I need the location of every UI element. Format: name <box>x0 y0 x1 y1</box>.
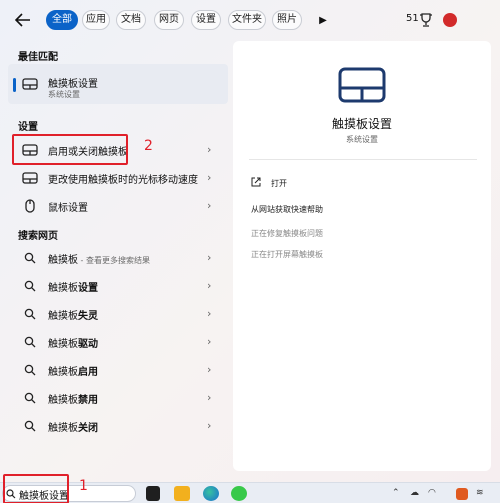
search-icon <box>24 252 36 264</box>
web-search-label: 触摸板 - 查看更多搜索结果 <box>48 251 150 266</box>
web-search-item[interactable]: 触摸板设置 › <box>8 273 228 299</box>
query-suggestion: 关闭 <box>78 423 98 434</box>
tray-app-icon[interactable] <box>456 488 468 500</box>
search-icon <box>24 308 36 320</box>
more-filters-icon[interactable]: ▶ <box>316 12 330 28</box>
back-button[interactable] <box>10 9 36 31</box>
query-suggestion: 启用 <box>78 367 98 378</box>
settings-item-mouse[interactable]: 鼠标设置 › <box>8 193 228 219</box>
search-icon <box>24 392 36 404</box>
action-web-help[interactable]: 从网站获取快速帮助 <box>251 204 323 215</box>
avatar[interactable] <box>443 13 457 27</box>
query-suggestion: 驱动 <box>78 339 98 350</box>
cloud-icon[interactable]: ☁ <box>410 488 419 498</box>
annotation-box-2 <box>12 134 128 165</box>
settings-item-label: 鼠标设置 <box>48 203 88 214</box>
web-search-label: 触摸板失灵 <box>48 307 98 322</box>
search-icon <box>24 280 36 292</box>
wifi-icon[interactable]: ≋ <box>476 488 484 498</box>
start-search-panel: 全部 应用 文档 网页 设置 文件夹 照片 ▶ 51 最佳匹配 触摸板设置 系统… <box>0 0 500 482</box>
settings-item-cursor-speed[interactable]: 更改使用触摸板时的光标移动速度 › <box>8 165 228 191</box>
filter-bar: 全部 应用 文档 网页 设置 文件夹 照片 ▶ 51 <box>0 0 500 40</box>
touchpad-large-icon <box>338 67 386 103</box>
action-open-screen-touchpad[interactable]: 正在打开屏幕触摸板 <box>251 249 323 260</box>
chevron-right-icon: › <box>207 171 212 184</box>
web-search-item[interactable]: 触摸板启用 › <box>8 357 228 383</box>
annotation-label-1: 1 <box>79 478 88 494</box>
query-suggestion: 禁用 <box>78 395 98 406</box>
best-match-subtitle: 系统设置 <box>48 90 80 99</box>
web-search-item[interactable]: 触摸板禁用 › <box>8 385 228 411</box>
chevron-right-icon: › <box>207 419 212 432</box>
web-search-item[interactable]: 触摸板失灵 › <box>8 301 228 327</box>
wechat-icon[interactable] <box>231 486 247 501</box>
search-icon <box>24 336 36 348</box>
search-icon <box>24 364 36 376</box>
chevron-right-icon: › <box>207 391 212 404</box>
best-match-heading: 最佳匹配 <box>18 52 58 63</box>
settings-heading: 设置 <box>18 122 38 133</box>
settings-item-label: 更改使用触摸板时的光标移动速度 <box>48 175 198 186</box>
query-prefix: 触摸板 <box>48 423 78 434</box>
filter-apps[interactable]: 应用 <box>82 10 110 30</box>
selection-indicator <box>13 78 16 92</box>
chevron-right-icon: › <box>207 363 212 376</box>
rewards-count: 51 <box>406 13 419 24</box>
query-prefix: 触摸板 <box>48 339 78 350</box>
annotation-label-2: 2 <box>144 138 153 154</box>
chevron-right-icon: › <box>207 335 212 348</box>
action-open-label: 打开 <box>271 179 287 188</box>
open-external-icon <box>251 177 261 187</box>
query-prefix: 触摸板 <box>48 367 78 378</box>
filter-folders[interactable]: 文件夹 <box>228 10 266 30</box>
filter-settings[interactable]: 设置 <box>191 10 221 30</box>
detail-card: 触摸板设置 系统设置 打开 从网站获取快速帮助 正在修复触摸板问题 正在打开屏幕… <box>233 41 491 471</box>
web-search-item[interactable]: 触摸板驱动 › <box>8 329 228 355</box>
touchpad-icon <box>22 172 38 184</box>
web-search-label: 触摸板驱动 <box>48 335 98 350</box>
chevron-right-icon: › <box>207 251 212 264</box>
web-search-item[interactable]: 触摸板关闭 › <box>8 413 228 439</box>
web-search-label: 触摸板设置 <box>48 279 98 294</box>
query-prefix: 触摸板 <box>48 311 78 322</box>
chevron-right-icon: › <box>207 199 212 212</box>
task-view-icon[interactable] <box>146 486 160 501</box>
web-search-label: 触摸板启用 <box>48 363 98 378</box>
rewards-icon[interactable] <box>419 12 433 28</box>
chevron-right-icon: › <box>207 279 212 292</box>
headset-icon[interactable]: ◠ <box>428 488 436 498</box>
filter-documents[interactable]: 文档 <box>116 10 146 30</box>
arrow-left-icon <box>15 13 30 27</box>
mouse-icon <box>25 199 35 213</box>
best-match-item[interactable]: 触摸板设置 系统设置 <box>8 64 228 104</box>
file-explorer-icon[interactable] <box>174 486 190 501</box>
taskbar: ⌃ ☁ ◠ ≋ 1 <box>0 474 500 503</box>
touchpad-icon <box>22 78 38 90</box>
web-search-item[interactable]: 触摸板 - 查看更多搜索结果 › <box>8 245 228 271</box>
query-prefix: 触摸板 <box>48 255 78 266</box>
web-search-heading: 搜索网页 <box>18 231 58 242</box>
filter-photos[interactable]: 照片 <box>272 10 302 30</box>
query-suggestion: 失灵 <box>78 311 98 322</box>
filter-web[interactable]: 网页 <box>154 10 184 30</box>
action-fix-touchpad[interactable]: 正在修复触摸板问题 <box>251 228 323 239</box>
search-icon <box>24 420 36 432</box>
chevron-right-icon: › <box>207 143 212 156</box>
query-suggestion: 设置 <box>78 283 98 294</box>
best-match-title: 触摸板设置 <box>48 79 98 90</box>
detail-title: 触摸板设置 <box>331 117 392 131</box>
query-prefix: 触摸板 <box>48 283 78 294</box>
divider <box>249 159 477 160</box>
web-search-label: 触摸板关闭 <box>48 419 98 434</box>
annotation-box-1 <box>3 474 69 503</box>
detail-subtitle: 系统设置 <box>346 135 378 144</box>
edge-browser-icon[interactable] <box>203 486 219 501</box>
web-search-label: 触摸板禁用 <box>48 391 98 406</box>
filter-all[interactable]: 全部 <box>46 10 78 30</box>
action-open[interactable]: 打开 <box>251 177 287 189</box>
chevron-up-icon[interactable]: ⌃ <box>392 488 400 498</box>
query-prefix: 触摸板 <box>48 395 78 406</box>
chevron-right-icon: › <box>207 307 212 320</box>
query-hint: - 查看更多搜索结果 <box>78 256 150 265</box>
